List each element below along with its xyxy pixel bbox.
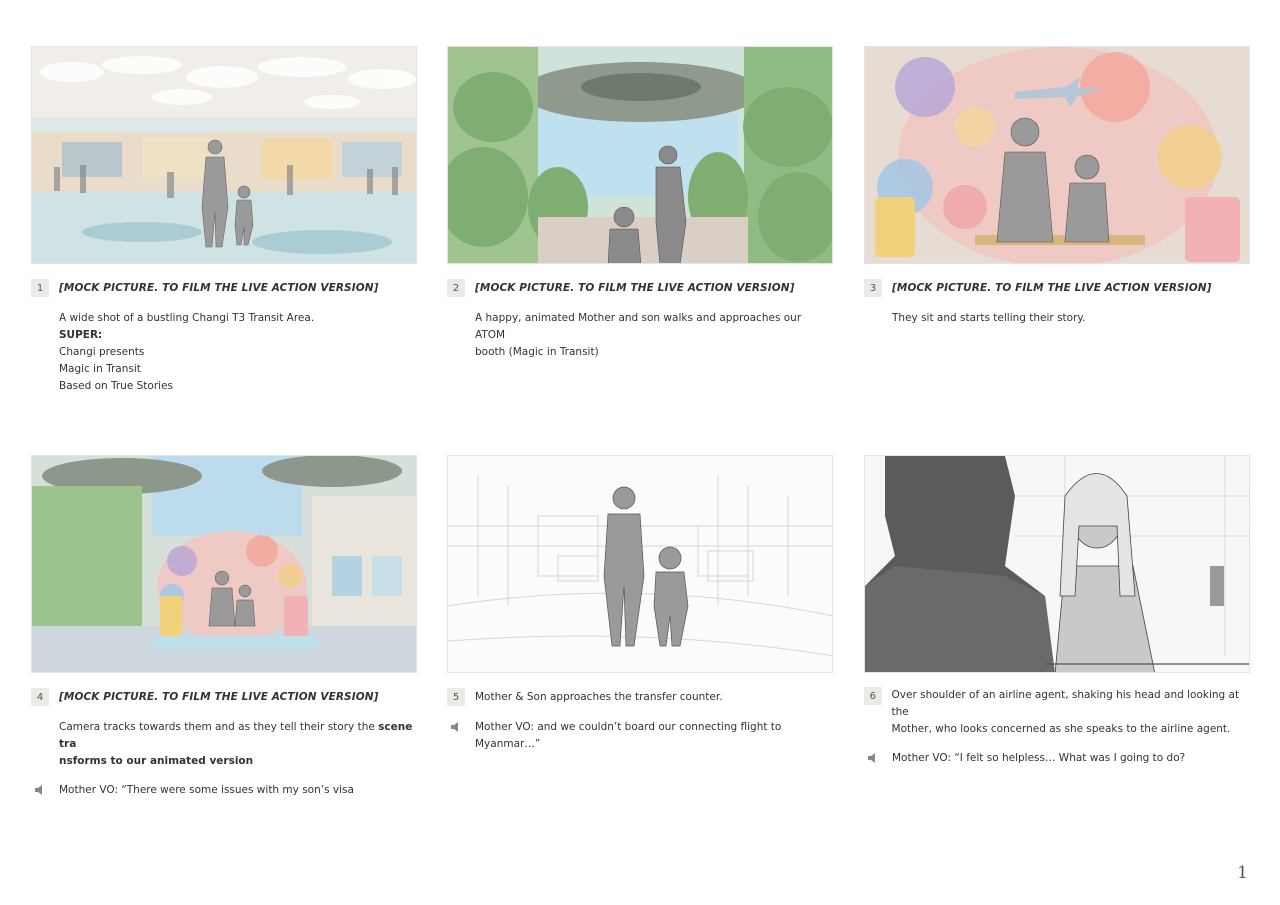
panel-5-audio: Mother VO: and we couldn’t board our con… [447, 719, 833, 753]
panel-note: [MOCK PICTURE. TO FILM THE LIVE ACTION V… [59, 691, 379, 703]
description-line: Mother, who looks concerned as she speak… [891, 723, 1231, 735]
panel-number: 6 [864, 687, 882, 705]
description-text: Mother & Son approaches the transfer cou… [475, 690, 723, 703]
storyboard-panel-3: 3 [MOCK PICTURE. TO FILM THE LIVE ACTION… [864, 46, 1250, 327]
description-text: They sit and starts telling their story. [892, 312, 1086, 324]
panel-1-header: 1 [MOCK PICTURE. TO FILM THE LIVE ACTION… [31, 278, 417, 298]
super-label: SUPER: [59, 329, 103, 341]
voice-over-line: Mother VO: and we couldn’t board our con… [475, 721, 782, 733]
panel-3-image-booth-seated [864, 46, 1250, 264]
panel-2-header: 2 [MOCK PICTURE. TO FILM THE LIVE ACTION… [447, 278, 833, 298]
voice-over-line: Myanmar…” [475, 738, 541, 750]
panel-4-description: Camera tracks towards them and as they t… [59, 719, 417, 770]
panel-5-image-sketch-walk [447, 455, 833, 673]
panel-1-description: A wide shot of a bustling Changi T3 Tran… [59, 310, 417, 395]
super-line: Changi presents [59, 346, 145, 358]
panel-note: [MOCK PICTURE. TO FILM THE LIVE ACTION V… [475, 282, 795, 294]
panel-6-audio: Mother VO: “I felt so helpless… What was… [864, 750, 1250, 767]
panel-6-image-sketch-counter [864, 455, 1250, 673]
description-bold-part: nsforms to our animated version [59, 755, 254, 767]
panel-1-image-transit-area [31, 46, 417, 264]
voice-over-text: Mother VO: “I felt so helpless… What was… [892, 752, 1186, 764]
description-line: A happy, animated Mother and son walks a… [475, 312, 802, 341]
voice-over-text: Mother VO: and we couldn’t board our con… [475, 719, 781, 753]
description-text: A wide shot of a bustling Changi T3 Tran… [59, 312, 315, 324]
panel-5-header: 5 Mother & Son approaches the transfer c… [447, 687, 833, 707]
storyboard-panel-2: 2 [MOCK PICTURE. TO FILM THE LIVE ACTION… [447, 46, 833, 361]
panel-number: 2 [447, 279, 465, 297]
storyboard-panel-4: 4 [MOCK PICTURE. TO FILM THE LIVE ACTION… [31, 455, 417, 799]
speaker-icon [447, 719, 465, 753]
page-number: 1 [1237, 863, 1248, 883]
description-text: Camera tracks towards them and as they t… [59, 719, 417, 770]
super-line: Magic in Transit [59, 363, 141, 375]
description-part: Camera tracks towards them and as they t… [59, 721, 379, 733]
storyboard-panel-5: 5 Mother & Son approaches the transfer c… [447, 455, 833, 753]
description-line: Over shoulder of an airline agent, shaki… [891, 689, 1240, 718]
storyboard-panel-6: 6 Over shoulder of an airline agent, sha… [864, 455, 1250, 767]
storyboard-panel-1: 1 [MOCK PICTURE. TO FILM THE LIVE ACTION… [31, 46, 417, 395]
panel-note: [MOCK PICTURE. TO FILM THE LIVE ACTION V… [892, 282, 1212, 294]
panel-2-image-garden-walk [447, 46, 833, 264]
panel-note: [MOCK PICTURE. TO FILM THE LIVE ACTION V… [59, 282, 379, 294]
panel-4-image-booth-wide [31, 455, 417, 673]
panel-number: 3 [864, 279, 882, 297]
panel-2-description: A happy, animated Mother and son walks a… [475, 310, 833, 361]
panel-4-audio: Mother VO: “There were some issues with … [31, 782, 417, 799]
panel-6-header: 6 Over shoulder of an airline agent, sha… [864, 687, 1250, 738]
description-line: booth (Magic in Transit) [475, 346, 599, 358]
panel-number: 5 [447, 688, 465, 706]
voice-over-text: Mother VO: “There were some issues with … [59, 784, 354, 796]
panel-number: 4 [31, 688, 49, 706]
super-line: Based on True Stories [59, 380, 173, 392]
panel-4-header: 4 [MOCK PICTURE. TO FILM THE LIVE ACTION… [31, 687, 417, 707]
speaker-icon [31, 782, 49, 799]
panel-3-description: They sit and starts telling their story. [892, 310, 1250, 327]
panel-3-header: 3 [MOCK PICTURE. TO FILM THE LIVE ACTION… [864, 278, 1250, 298]
speaker-icon [864, 750, 882, 767]
description-text: Over shoulder of an airline agent, shaki… [892, 687, 1250, 738]
panel-number: 1 [31, 279, 49, 297]
